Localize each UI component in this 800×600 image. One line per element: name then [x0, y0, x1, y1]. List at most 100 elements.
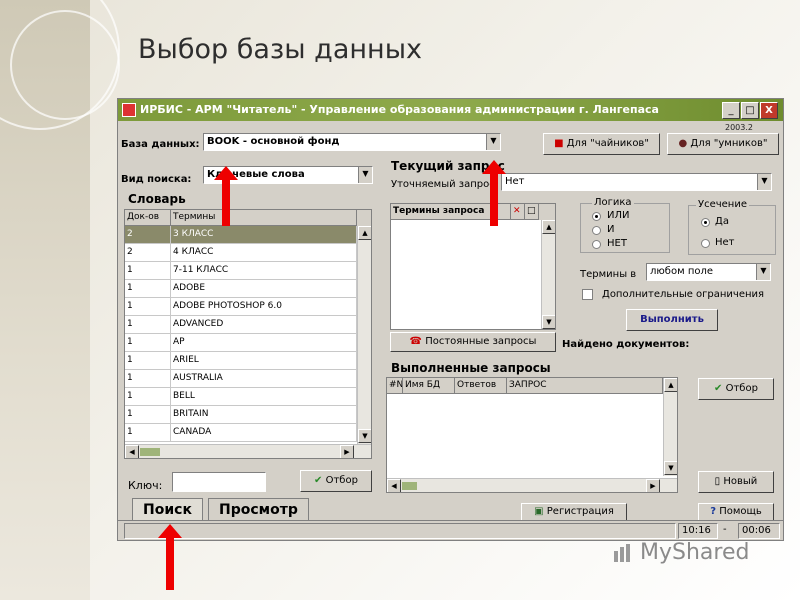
- table-row[interactable]: 23 КЛАСС: [125, 226, 371, 244]
- column-header[interactable]: Док-ов: [125, 210, 171, 226]
- scroll-down-icon[interactable]: ▼: [358, 429, 371, 443]
- done-select-button[interactable]: ✔ Отбор: [698, 378, 774, 400]
- done-queries-hscroll[interactable]: ◀ ▶: [387, 478, 677, 492]
- tab-search[interactable]: Поиск: [132, 498, 203, 521]
- scroll-up-icon[interactable]: ▲: [664, 378, 677, 392]
- dictionary-hscroll[interactable]: ◀ ▶: [125, 444, 371, 458]
- novice-mode-button[interactable]: ■ Для "чайников": [543, 133, 660, 155]
- table-row[interactable]: 1 BRITAIN: [125, 406, 371, 424]
- truncation-no-radio[interactable]: [701, 239, 710, 248]
- term-cell: 7-11 КЛАСС: [171, 262, 357, 279]
- dictionary-title: Словарь: [128, 192, 186, 206]
- irbis-window: ИРБИС - АРМ "Читатель" - Управление обра…: [117, 98, 784, 541]
- term-cell: AP: [171, 334, 357, 351]
- execute-button[interactable]: Выполнить: [626, 309, 718, 331]
- extra-limits-checkbox[interactable]: [582, 289, 593, 300]
- arrow-up-icon: [214, 166, 238, 226]
- table-row[interactable]: 1 ARIEL: [125, 352, 371, 370]
- maximize-button[interactable]: □: [741, 102, 759, 119]
- table-row[interactable]: 1 ADOBE PHOTOSHOP 6.0: [125, 298, 371, 316]
- done-queries-header: #N Имя БД Ответов ЗАПРОС: [387, 378, 677, 394]
- chevron-down-icon[interactable]: ▼: [358, 167, 372, 183]
- doc-count-cell: 1: [125, 316, 171, 333]
- scroll-down-icon[interactable]: ▼: [542, 315, 555, 329]
- scroll-thumb[interactable]: [402, 482, 417, 490]
- version-label: 2003.2: [725, 123, 753, 132]
- term-cell: AUSTRALIA: [171, 370, 357, 387]
- printer-icon: ■: [554, 138, 564, 149]
- help-button[interactable]: ? Помощь: [698, 503, 774, 521]
- dictionary-header: Док-ов Термины: [125, 210, 371, 226]
- permanent-queries-button[interactable]: ☎ Постоянные запросы: [390, 332, 556, 352]
- expert-icon: ●: [678, 138, 688, 149]
- terms-in-select[interactable]: любом поле ▼: [646, 263, 771, 281]
- logic-title: Логика: [592, 197, 634, 208]
- scroll-left-icon[interactable]: ◀: [387, 479, 401, 492]
- dictionary-select-button[interactable]: ✔ Отбор: [300, 470, 372, 492]
- chevron-down-icon[interactable]: ▼: [757, 174, 771, 190]
- truncation-yes-radio[interactable]: [701, 218, 710, 227]
- scroll-right-icon[interactable]: ▶: [340, 445, 354, 458]
- logic-and-label: И: [607, 224, 615, 235]
- term-cell: 4 КЛАСС: [171, 244, 357, 261]
- logic-or-radio[interactable]: [592, 212, 601, 221]
- arrow-up-icon: [482, 160, 506, 226]
- close-button[interactable]: X: [760, 102, 778, 119]
- logic-not-radio[interactable]: [592, 240, 601, 249]
- chevron-down-icon[interactable]: ▼: [756, 264, 770, 280]
- column-header[interactable]: #N: [387, 378, 403, 394]
- registration-button[interactable]: ▣ Регистрация: [521, 503, 627, 521]
- refine-query-select[interactable]: Нет ▼: [501, 173, 772, 191]
- table-row[interactable]: 1 ADOBE: [125, 280, 371, 298]
- table-row[interactable]: 1 AUSTRALIA: [125, 370, 371, 388]
- window-titlebar[interactable]: ИРБИС - АРМ "Читатель" - Управление обра…: [118, 99, 783, 121]
- table-row[interactable]: 24 КЛАСС: [125, 244, 371, 262]
- scroll-left-icon[interactable]: ◀: [125, 445, 139, 458]
- tab-view[interactable]: Просмотр: [208, 498, 309, 521]
- done-queries-vscroll[interactable]: ▲ ▼: [663, 378, 677, 476]
- delete-term-icon[interactable]: ✕: [511, 204, 525, 220]
- chevron-down-icon[interactable]: ▼: [486, 134, 500, 150]
- app-icon: [122, 103, 136, 117]
- new-query-button[interactable]: ▯ Новый: [698, 471, 774, 493]
- found-docs-label: Найдено документов:: [562, 339, 690, 350]
- db-select[interactable]: BOOK - основной фонд ▼: [203, 133, 501, 151]
- key-input[interactable]: [172, 472, 266, 492]
- edit-term-icon[interactable]: □: [525, 204, 539, 220]
- expert-mode-label: Для "умников": [690, 138, 768, 149]
- doc-count-cell: 1: [125, 262, 171, 279]
- query-terms-vscroll[interactable]: ▲ ▼: [541, 220, 555, 329]
- doc-count-cell: 1: [125, 280, 171, 297]
- query-terms-header: Термины запроса ✕ □: [391, 204, 555, 220]
- doc-count-cell: 1: [125, 370, 171, 387]
- scroll-down-icon[interactable]: ▼: [664, 461, 677, 475]
- status-elapsed: 00:06: [738, 523, 780, 539]
- novice-mode-label: Для "чайников": [566, 138, 649, 149]
- column-header[interactable]: Имя БД: [403, 378, 455, 394]
- minimize-button[interactable]: _: [722, 102, 740, 119]
- table-row[interactable]: 1 ADVANCED: [125, 316, 371, 334]
- help-label: Помощь: [719, 506, 762, 517]
- table-row[interactable]: 1 AP: [125, 334, 371, 352]
- table-row[interactable]: 1 BELL: [125, 388, 371, 406]
- expert-mode-button[interactable]: ● Для "умников": [667, 133, 779, 155]
- logic-and-radio[interactable]: [592, 226, 601, 235]
- scroll-thumb[interactable]: [140, 448, 160, 456]
- dictionary-rows: 23 КЛАСС 2 4 КЛАСС 1 7-11 КЛАСС 1 ADOBE 1 ADOBE …: [125, 226, 371, 442]
- logic-or-label: ИЛИ: [607, 210, 630, 221]
- term-cell: ADOBE: [171, 280, 357, 297]
- scroll-up-icon[interactable]: ▲: [542, 220, 555, 234]
- scroll-right-icon[interactable]: ▶: [646, 479, 660, 492]
- truncation-no-label: Нет: [715, 237, 735, 248]
- dictionary-vscroll[interactable]: ▲ ▼: [357, 226, 371, 444]
- scroll-up-icon[interactable]: ▲: [358, 226, 371, 240]
- truncation-title: Усечение: [696, 199, 749, 210]
- db-select-value: BOOK - основной фонд: [207, 136, 340, 147]
- column-header[interactable]: ЗАПРОС: [507, 378, 663, 394]
- column-header[interactable]: Термины: [171, 210, 357, 226]
- table-row[interactable]: 1 7-11 КЛАСС: [125, 262, 371, 280]
- column-header[interactable]: Ответов: [455, 378, 507, 394]
- query-terms-grid: Термины запроса ✕ □ ▲ ▼: [390, 203, 556, 330]
- table-row[interactable]: 1 CANADA: [125, 424, 371, 442]
- refine-query-label: Уточняемый запрос: [391, 179, 495, 190]
